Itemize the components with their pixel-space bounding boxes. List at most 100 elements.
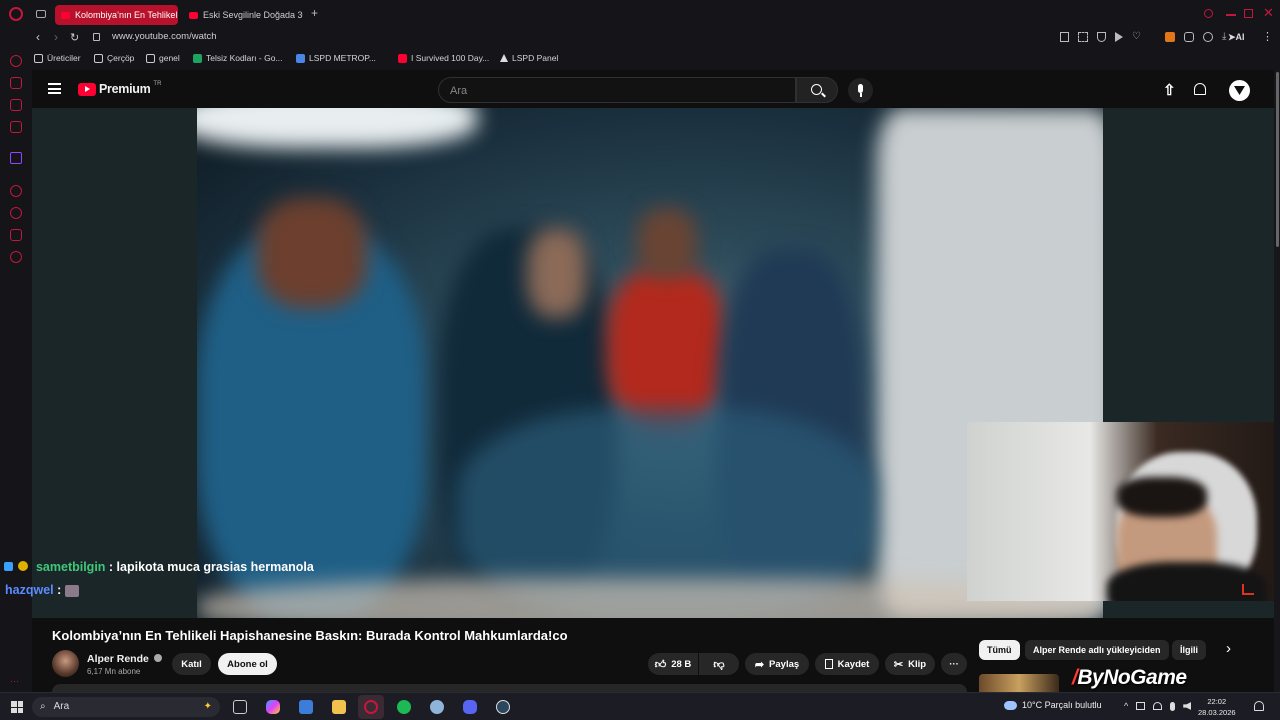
copilot-icon[interactable] [266, 700, 280, 714]
minimize-button[interactable] [1226, 14, 1236, 16]
notifications-bell-icon[interactable] [1194, 83, 1206, 95]
triangle-icon [500, 54, 508, 62]
logo-text: Premium [99, 82, 151, 96]
subscribe-button[interactable]: Abone ol [218, 653, 277, 675]
aria-icon[interactable] [10, 55, 22, 67]
search-icon: ⌕ [40, 701, 46, 712]
bookmark-cercop[interactable]: Çerçöp [94, 53, 134, 63]
dislike-button[interactable]: 👎︎ [699, 653, 739, 675]
notification-bell-icon[interactable] [1254, 701, 1264, 711]
twitch-icon[interactable] [10, 152, 22, 164]
more-actions-button[interactable]: ··· [941, 653, 967, 675]
clip-button[interactable]: ✂ Klip [885, 653, 935, 675]
description-box[interactable] [52, 684, 967, 692]
new-tab-button[interactable]: + [311, 6, 318, 20]
search-button[interactable] [796, 77, 838, 103]
channel-name[interactable]: Alper Rende [87, 653, 162, 665]
chat-text: : lapikota muca grasias hermanola [108, 560, 314, 574]
bookmark-genel[interactable]: genel [146, 53, 180, 63]
chips-next-chevron-icon[interactable]: › [1226, 640, 1231, 657]
like-button[interactable]: 👍︎ 28 B [648, 653, 698, 675]
video-title: Kolombiya’nın En Tehlikeli Hapishanesine… [52, 628, 568, 643]
join-button[interactable]: Katıl [172, 653, 211, 675]
account-avatar[interactable] [1229, 80, 1250, 101]
reload-button[interactable]: ↻ [70, 31, 79, 44]
bookmark-telsiz[interactable]: Telsiz Kodları - Go... [193, 53, 283, 63]
chip-from-uploader[interactable]: Alper Rende adlı yükleyiciden [1025, 640, 1169, 660]
extensions-icon [1183, 32, 1194, 42]
verified-icon [153, 654, 162, 662]
bookmark-lspd-panel[interactable]: LSPD Panel [500, 53, 558, 63]
steam-icon[interactable] [496, 700, 510, 714]
sidebar-more-icon[interactable]: ··· [10, 676, 19, 686]
voice-search-button[interactable] [848, 78, 873, 103]
subscriber-count: 6,17 Mn abone [87, 667, 141, 676]
file-explorer-icon[interactable] [332, 700, 346, 714]
bookmark-survived[interactable]: I Survived 100 Day... [398, 53, 489, 63]
save-button[interactable]: Kaydet [815, 653, 879, 675]
instagram-icon[interactable] [10, 121, 22, 133]
search-tabs-icon[interactable] [1204, 9, 1213, 18]
app-icon[interactable] [430, 700, 444, 714]
clock[interactable]: 22:02 28.03.2026 [1198, 696, 1236, 718]
upload-icon[interactable]: ⇧ [1163, 81, 1176, 99]
extensions-sidebar-icon[interactable] [10, 229, 22, 241]
recommended-thumbnail[interactable] [979, 674, 1059, 692]
discord-icon[interactable] [463, 700, 477, 714]
bookmark-lspd-metrop[interactable]: LSPD METROP... [296, 53, 376, 63]
vpn-icon [1202, 32, 1213, 42]
search-input[interactable]: Ara [438, 77, 796, 103]
maximize-button[interactable] [1244, 9, 1253, 18]
store-icon[interactable] [299, 700, 313, 714]
forward-button[interactable]: › [54, 30, 58, 44]
folder-icon [146, 53, 155, 63]
url-field[interactable]: www.youtube.com/watch [112, 31, 217, 42]
video-player[interactable]: sametbilgin : lapikota muca grasias herm… [4, 108, 1274, 618]
tab-second-video[interactable]: Eski Sevgilinle Doğada 30 [183, 5, 303, 25]
microphone-icon [858, 84, 863, 93]
spotify-icon[interactable] [397, 700, 411, 714]
messenger-icon[interactable] [10, 99, 22, 111]
extension-icons[interactable]: ♡ ⤓ [1060, 32, 1226, 42]
close-window-button[interactable]: ✕ [1263, 5, 1274, 21]
system-tray-icons[interactable]: ^ [1124, 701, 1192, 711]
crypto-wallet-icon[interactable] [10, 77, 22, 89]
chip-related[interactable]: İlgili [1172, 640, 1206, 660]
youtube-miniplayer-icon[interactable] [1242, 584, 1254, 595]
bookmark-ureticiler[interactable]: Üreticiler [34, 53, 81, 63]
tab-manager-icon[interactable] [36, 10, 46, 18]
channel-avatar[interactable] [52, 650, 79, 677]
tab-active-video[interactable]: Kolombiya’nın En Tehlikeli [55, 5, 178, 25]
monitor-icon [1136, 702, 1146, 710]
page-scrollbar[interactable] [1274, 70, 1280, 692]
youtube-header: Premium TR Ara ⇧ [32, 70, 1274, 109]
history-icon[interactable] [10, 207, 22, 219]
youtube-logo[interactable]: Premium TR [78, 81, 162, 96]
chip-all[interactable]: Tümü [979, 640, 1020, 660]
weather-widget[interactable]: 10°C Parçalı bulutlu [1004, 700, 1102, 710]
bookmark-save-icon [824, 659, 833, 669]
menu-dots-icon[interactable]: ⋮ [1262, 30, 1273, 43]
opera-taskbar-icon[interactable] [358, 695, 384, 719]
aria-ai-button[interactable]: ➤AI [1228, 32, 1245, 43]
download-icon: ⤓ [1221, 31, 1227, 42]
lock-icon [93, 33, 100, 41]
settings-icon[interactable] [10, 251, 22, 263]
task-view-icon[interactable] [233, 700, 247, 714]
hamburger-menu-icon[interactable] [48, 83, 61, 94]
back-button[interactable]: ‹ [36, 30, 40, 44]
logo-region: TR [153, 81, 162, 87]
chat-username: hazqwel [5, 583, 54, 597]
metamask-icon [1164, 32, 1175, 42]
youtube-favicon-icon [61, 11, 70, 19]
bookmark-icon [1060, 32, 1069, 42]
more-dots-icon: ··· [949, 658, 959, 670]
youtube-icon [398, 53, 407, 63]
player-sidebar-icon[interactable] [10, 185, 22, 197]
share-button[interactable]: ➦ Paylaş [745, 653, 809, 675]
chevron-up-icon: ^ [1124, 701, 1129, 711]
taskbar-search[interactable]: ⌕ Ara ✦ [32, 697, 220, 717]
chat-badge-icon [4, 562, 13, 571]
windows-start-icon[interactable] [11, 701, 23, 713]
opera-logo-icon[interactable] [9, 7, 23, 21]
